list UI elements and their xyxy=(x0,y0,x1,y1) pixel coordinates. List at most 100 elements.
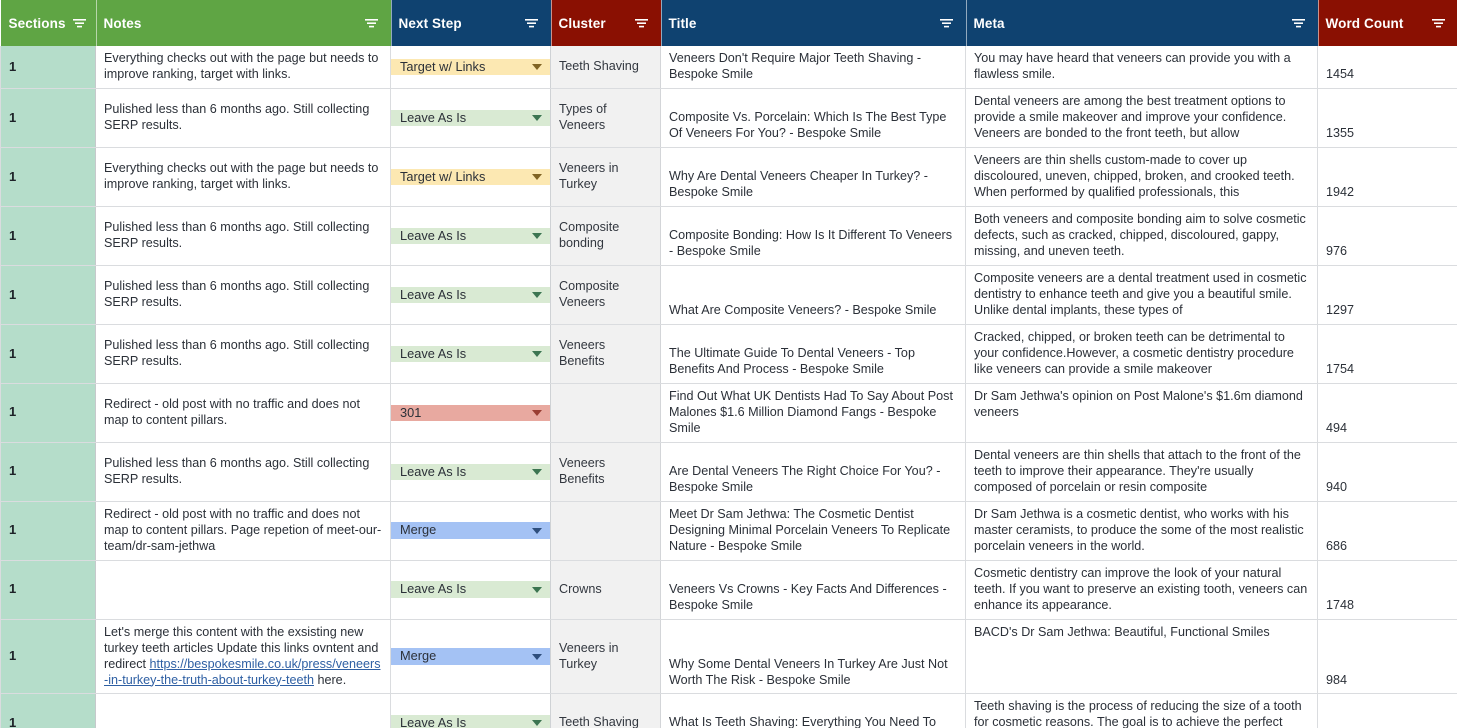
cell-word-count[interactable]: 1754 xyxy=(1317,324,1457,384)
cell-notes[interactable]: Redirect - old post with no traffic and … xyxy=(95,383,391,443)
next-step-dropdown[interactable]: Merge xyxy=(391,648,550,665)
next-step-dropdown[interactable]: Target w/ Links xyxy=(391,168,550,186)
column-header-next_step[interactable]: Next Step xyxy=(390,0,551,46)
cell-title[interactable]: Composite Vs. Porcelain: Which Is The Be… xyxy=(660,88,966,148)
table-row[interactable]: 1 Pulished less than 6 months ago. Still … xyxy=(0,265,1457,325)
cell-meta[interactable]: Dr Sam Jethwa is a cosmetic dentist, who… xyxy=(965,501,1318,561)
chevron-down-icon[interactable] xyxy=(532,291,542,298)
table-row[interactable]: 1 Let's merge this content with the exsis… xyxy=(0,619,1457,695)
chevron-down-icon[interactable] xyxy=(532,586,542,593)
cell-title[interactable]: Why Are Dental Veneers Cheaper In Turkey… xyxy=(660,147,966,207)
cell-title[interactable]: Veneers Vs Crowns - Key Facts And Differ… xyxy=(660,560,966,620)
next-step-dropdown[interactable]: Leave As Is xyxy=(391,227,550,244)
cell-word-count[interactable]: 1352 xyxy=(1317,693,1457,728)
cell-sections[interactable]: 1 xyxy=(0,383,96,443)
next-step-dropdown[interactable]: Merge xyxy=(391,522,550,539)
table-row[interactable]: 1 Redirect - old post with no traffic and… xyxy=(0,501,1457,561)
cell-sections[interactable]: 1 xyxy=(0,46,96,89)
chevron-down-icon[interactable] xyxy=(532,527,542,534)
cell-sections[interactable]: 1 xyxy=(0,206,96,266)
cell-title[interactable]: What Are Composite Veneers? - Bespoke Sm… xyxy=(660,265,966,325)
cell-next-step[interactable]: Leave As Is xyxy=(390,324,551,384)
cell-next-step[interactable]: Merge xyxy=(390,501,551,561)
cell-cluster[interactable]: Veneers in Turkey xyxy=(550,619,661,695)
chevron-down-icon[interactable] xyxy=(532,468,542,475)
cell-cluster[interactable]: Crowns xyxy=(550,560,661,620)
column-header-sections[interactable]: Sections xyxy=(0,0,96,46)
table-row[interactable]: 1 Everything checks out with the page but… xyxy=(0,147,1457,207)
cell-notes[interactable]: Everything checks out with the page but … xyxy=(95,46,391,89)
next-step-dropdown[interactable]: Leave As Is xyxy=(391,463,550,480)
cell-title[interactable]: Why Some Dental Veneers In Turkey Are Ju… xyxy=(660,619,966,695)
chevron-down-icon[interactable] xyxy=(532,232,542,239)
next-step-dropdown[interactable]: Leave As Is xyxy=(391,581,550,598)
table-row[interactable]: 1 Redirect - old post with no traffic and… xyxy=(0,383,1457,443)
chevron-down-icon[interactable] xyxy=(532,720,542,727)
cell-title[interactable]: The Ultimate Guide To Dental Veneers - T… xyxy=(660,324,966,384)
cell-title[interactable]: What Is Teeth Shaving: Everything You Ne… xyxy=(660,693,966,728)
cell-sections[interactable]: 1 xyxy=(0,560,96,620)
cell-sections[interactable]: 1 xyxy=(0,501,96,561)
cell-meta[interactable]: Dental veneers are thin shells that atta… xyxy=(965,442,1318,502)
cell-word-count[interactable]: 1942 xyxy=(1317,147,1457,207)
cell-meta[interactable]: Teeth shaving is the process of reducing… xyxy=(965,693,1318,728)
cell-notes[interactable]: Pulished less than 6 months ago. Still c… xyxy=(95,442,391,502)
cell-sections[interactable]: 1 xyxy=(0,442,96,502)
table-row[interactable]: 1 Leave As Is Teeth Shaving What Is Teeth S… xyxy=(0,693,1457,728)
next-step-dropdown[interactable]: Leave As Is xyxy=(391,286,550,303)
chevron-down-icon[interactable] xyxy=(532,173,542,180)
cell-notes[interactable]: Let's merge this content with the exsist… xyxy=(95,619,391,695)
chevron-down-icon[interactable] xyxy=(532,350,542,357)
filter-icon[interactable] xyxy=(1431,16,1446,30)
cell-notes[interactable]: Pulished less than 6 months ago. Still c… xyxy=(95,206,391,266)
cell-meta[interactable]: BACD's Dr Sam Jethwa: Beautiful, Functio… xyxy=(965,619,1318,695)
cell-meta[interactable]: Veneers are thin shells custom-made to c… xyxy=(965,147,1318,207)
table-row[interactable]: 1 Pulished less than 6 months ago. Still … xyxy=(0,88,1457,148)
cell-next-step[interactable]: Leave As Is xyxy=(390,206,551,266)
cell-cluster[interactable] xyxy=(550,383,661,443)
cell-next-step[interactable]: Leave As Is xyxy=(390,442,551,502)
cell-cluster[interactable]: Types of Veneers xyxy=(550,88,661,148)
chevron-down-icon[interactable] xyxy=(532,114,542,121)
table-row[interactable]: 1 Pulished less than 6 months ago. Still … xyxy=(0,442,1457,502)
cell-meta[interactable]: Cosmetic dentistry can improve the look … xyxy=(965,560,1318,620)
table-row[interactable]: 1 Pulished less than 6 months ago. Still … xyxy=(0,324,1457,384)
next-step-dropdown[interactable]: Target w/ Links xyxy=(391,58,550,76)
cell-meta[interactable]: Cracked, chipped, or broken teeth can be… xyxy=(965,324,1318,384)
cell-notes[interactable]: Pulished less than 6 months ago. Still c… xyxy=(95,265,391,325)
filter-icon[interactable] xyxy=(1291,16,1306,30)
column-header-notes[interactable]: Notes xyxy=(95,0,391,46)
cell-sections[interactable]: 1 xyxy=(0,88,96,148)
cell-title[interactable]: Veneers Don't Require Major Teeth Shavin… xyxy=(660,46,966,89)
cell-word-count[interactable]: 940 xyxy=(1317,442,1457,502)
cell-word-count[interactable]: 1297 xyxy=(1317,265,1457,325)
cell-notes[interactable] xyxy=(95,693,391,728)
cell-meta[interactable]: You may have heard that veneers can prov… xyxy=(965,46,1318,89)
cell-word-count[interactable]: 686 xyxy=(1317,501,1457,561)
cell-word-count[interactable]: 494 xyxy=(1317,383,1457,443)
chevron-down-icon[interactable] xyxy=(532,653,542,660)
cell-next-step[interactable]: Leave As Is xyxy=(390,560,551,620)
next-step-dropdown[interactable]: Leave As Is xyxy=(391,345,550,362)
next-step-dropdown[interactable]: Leave As Is xyxy=(391,715,550,728)
chevron-down-icon[interactable] xyxy=(532,409,542,416)
cell-title[interactable]: Find Out What UK Dentists Had To Say Abo… xyxy=(660,383,966,443)
cell-sections[interactable]: 1 xyxy=(0,324,96,384)
cell-title[interactable]: Meet Dr Sam Jethwa: The Cosmetic Dentist… xyxy=(660,501,966,561)
column-header-meta[interactable]: Meta xyxy=(965,0,1318,46)
cell-sections[interactable]: 1 xyxy=(0,265,96,325)
cell-next-step[interactable]: Target w/ Links xyxy=(390,147,551,207)
cell-notes[interactable]: Redirect - old post with no traffic and … xyxy=(95,501,391,561)
cell-cluster[interactable] xyxy=(550,501,661,561)
cell-next-step[interactable]: 301 xyxy=(390,383,551,443)
column-header-cluster[interactable]: Cluster xyxy=(550,0,661,46)
cell-title[interactable]: Are Dental Veneers The Right Choice For … xyxy=(660,442,966,502)
cell-meta[interactable]: Dr Sam Jethwa's opinion on Post Malone's… xyxy=(965,383,1318,443)
column-header-title[interactable]: Title xyxy=(660,0,966,46)
cell-cluster[interactable]: Veneers Benefits xyxy=(550,324,661,384)
cell-cluster[interactable]: Composite bonding xyxy=(550,206,661,266)
next-step-dropdown[interactable]: Leave As Is xyxy=(391,109,550,127)
table-row[interactable]: 1 Everything checks out with the page but… xyxy=(0,46,1457,89)
cell-title[interactable]: Composite Bonding: How Is It Different T… xyxy=(660,206,966,266)
cell-word-count[interactable]: 984 xyxy=(1317,619,1457,695)
